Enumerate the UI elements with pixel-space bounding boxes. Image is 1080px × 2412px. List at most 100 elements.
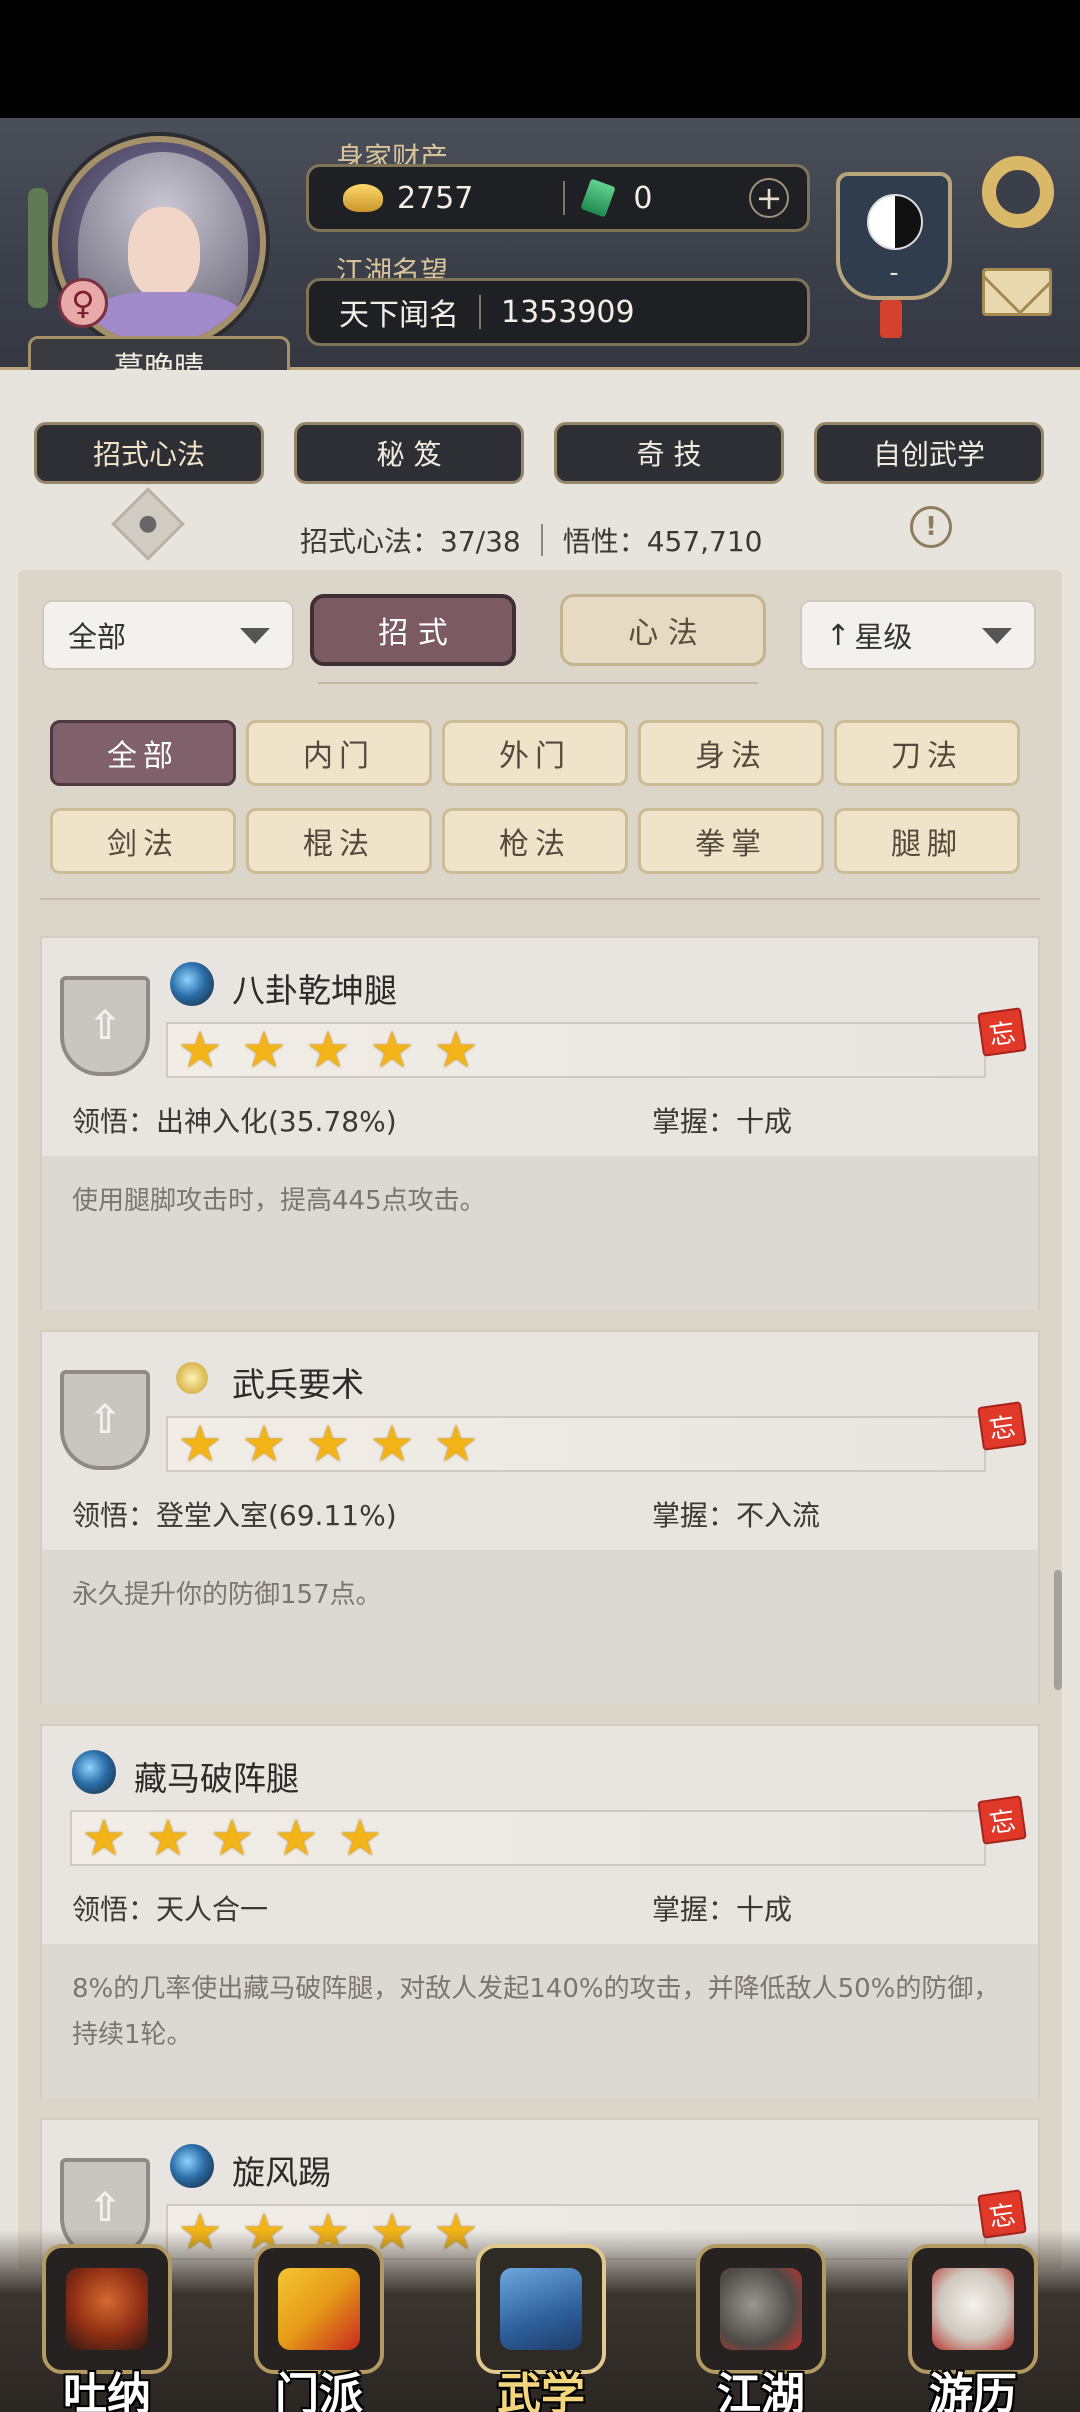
chip-staff[interactable]: 棍法 <box>246 808 432 874</box>
skill-card-header: ⇧ 武兵要术 ★ ★ ★ ★ ★ 忘 领悟：登堂入室(69.11%) 掌握：不入流 <box>42 1332 1038 1550</box>
star-icon: ★ <box>369 1415 415 1473</box>
star-rating: ★ ★ ★ ★ ★ <box>166 1022 986 1078</box>
segment-moves[interactable]: 招 式 <box>310 594 516 666</box>
star-icon: ★ <box>369 1021 415 1079</box>
tab-self-created[interactable]: 自创武学 <box>814 422 1044 484</box>
filter-divider <box>318 682 758 684</box>
chip-movement[interactable]: 身法 <box>638 720 824 786</box>
skill-name: 武兵要术 <box>232 1365 364 1404</box>
chip-blade[interactable]: 刀法 <box>834 720 1020 786</box>
star-icon: ★ <box>337 1809 383 1867</box>
segment-mental[interactable]: 心 法 <box>560 594 766 666</box>
nav-martial-arts[interactable]: 武学 <box>456 2230 626 2412</box>
skill-name: 藏马破阵腿 <box>134 1759 299 1798</box>
category-dropdown[interactable]: 全部 <box>42 600 294 670</box>
taiji-icon <box>867 194 923 250</box>
add-currency-button[interactable]: + <box>749 178 789 218</box>
tab-special-skills[interactable]: 奇 技 <box>554 422 784 484</box>
forget-seal-icon[interactable]: 忘 <box>977 1795 1027 1845</box>
skill-card[interactable]: ⇧ 八卦乾坤腿 ★ ★ ★ ★ ★ 忘 领悟：出神入化(35.78%) 掌握：十成 使用… <box>40 936 1040 1310</box>
skill-card[interactable]: 藏马破阵腿 ★ ★ ★ ★ ★ 忘 领悟：天人合一 掌握：十成 8%的几率使出藏马破阵腿… <box>40 1724 1040 2098</box>
star-rating: ★ ★ ★ ★ ★ <box>166 1416 986 1472</box>
nav-jianghu[interactable]: 江湖 <box>676 2230 846 2412</box>
sort-dropdown-value: 星级 <box>854 620 913 654</box>
nav-label: 门派 <box>275 2369 363 2412</box>
fame-value: 1353909 <box>501 294 635 330</box>
skill-card-header: 藏马破阵腿 ★ ★ ★ ★ ★ 忘 领悟：天人合一 掌握：十成 <box>42 1726 1038 1944</box>
chip-all[interactable]: 全部 <box>50 720 236 786</box>
martial-arts-panel: 招式心法 秘 笈 奇 技 自创武学 ● 招式心法：37/38 悟性：457,71… <box>0 370 1080 2270</box>
skill-name: 八卦乾坤腿 <box>232 971 397 1010</box>
banner-icon <box>278 2268 360 2350</box>
comprehension-text: 领悟：登堂入室(69.11%) <box>72 1499 397 1532</box>
comprehension-text: 领悟：天人合一 <box>72 1893 269 1926</box>
female-icon: ♀ <box>58 278 108 328</box>
mail-icon[interactable] <box>982 268 1052 316</box>
info-icon[interactable]: ! <box>910 506 952 548</box>
bamboo-hat-icon <box>720 2268 802 2350</box>
status-bar <box>0 0 1080 118</box>
forget-seal-icon[interactable]: 忘 <box>977 1007 1027 1057</box>
star-icon: ★ <box>273 1809 319 1867</box>
sort-arrow-icon: ↑ <box>826 618 851 652</box>
scrollbar[interactable] <box>1054 1570 1062 1690</box>
stats-row: 招式心法：37/38 悟性：457,710 <box>300 520 763 560</box>
nav-label: 吐纳 <box>63 2369 151 2412</box>
chip-kick[interactable]: 腿脚 <box>834 808 1020 874</box>
gold-ingot-icon <box>343 184 383 212</box>
lotus-decoration <box>28 188 48 308</box>
mastery-text: 掌握：十成 <box>652 1893 793 1926</box>
star-icon: ★ <box>305 1021 351 1079</box>
skill-card-header: ⇧ 八卦乾坤腿 ★ ★ ★ ★ ★ 忘 领悟：出神入化(35.78%) 掌握：十成 <box>42 938 1038 1156</box>
chip-outer[interactable]: 外门 <box>442 720 628 786</box>
chip-spear[interactable]: 枪法 <box>442 808 628 874</box>
star-icon: ★ <box>241 1415 287 1473</box>
tab-moves-mental[interactable]: 招式心法 <box>34 422 264 484</box>
star-icon: ★ <box>433 1415 479 1473</box>
eye-icon: ● <box>138 511 158 536</box>
chip-fist[interactable]: 拳掌 <box>638 808 824 874</box>
skill-type-icon <box>170 962 214 1006</box>
upgrade-icon[interactable]: ⇧ <box>60 1370 150 1470</box>
mastery-text: 掌握：不入流 <box>652 1499 821 1532</box>
star-icon: ★ <box>145 1809 191 1867</box>
bottom-nav: 吐纳 门派 武学 江湖 游历 <box>0 2230 1080 2412</box>
star-icon: ★ <box>177 1415 223 1473</box>
star-rating: ★ ★ ★ ★ ★ <box>70 1810 986 1866</box>
nav-breathing[interactable]: 吐纳 <box>22 2230 192 2412</box>
skill-card[interactable]: ⇧ 武兵要术 ★ ★ ★ ★ ★ 忘 领悟：登堂入室(69.11%) 掌握：不入流 永久… <box>40 1330 1040 1704</box>
fame-bar: 天下闻名 1353909 <box>306 278 810 346</box>
stats-divider <box>540 524 543 556</box>
skill-description: 永久提升你的防御157点。 <box>42 1550 1038 1704</box>
skill-list: ⇧ 八卦乾坤腿 ★ ★ ★ ★ ★ 忘 领悟：出神入化(35.78%) 掌握：十成 使用… <box>40 936 1040 2270</box>
sect-emblem[interactable]: - <box>836 172 952 300</box>
skill-type-icon <box>170 1356 214 1400</box>
star-icon: ★ <box>81 1809 127 1867</box>
jade-amount: 0 <box>633 180 653 216</box>
skill-name: 旋风踢 <box>232 2153 331 2192</box>
upgrade-icon[interactable]: ⇧ <box>60 976 150 1076</box>
fame-title: 天下闻名 <box>339 298 459 333</box>
category-dropdown-value: 全部 <box>68 620 127 654</box>
nav-label: 江湖 <box>717 2369 805 2412</box>
chevron-down-icon <box>240 628 270 644</box>
chip-sword[interactable]: 剑法 <box>50 808 236 874</box>
gold-amount: 2757 <box>397 180 474 216</box>
eye-toggle-button[interactable]: ● <box>111 487 185 561</box>
nav-sect[interactable]: 门派 <box>234 2230 404 2412</box>
nav-label: 游历 <box>929 2369 1017 2412</box>
jade-icon <box>580 178 617 218</box>
skill-type-icon <box>72 1750 116 1794</box>
skill-description: 使用腿脚攻击时，提高445点攻击。 <box>42 1156 1038 1310</box>
star-icon: ★ <box>241 1021 287 1079</box>
wealth-divider <box>563 181 566 215</box>
sort-dropdown[interactable]: ↑ 星级 <box>800 600 1036 670</box>
chip-inner[interactable]: 内门 <box>246 720 432 786</box>
nav-travel[interactable]: 游历 <box>888 2230 1058 2412</box>
gear-icon[interactable] <box>982 156 1054 228</box>
star-icon: ★ <box>177 1021 223 1079</box>
forget-seal-icon[interactable]: 忘 <box>977 1401 1027 1451</box>
tab-secret-manuals[interactable]: 秘 笈 <box>294 422 524 484</box>
horse-icon <box>932 2268 1014 2350</box>
nav-label: 武学 <box>497 2369 585 2412</box>
